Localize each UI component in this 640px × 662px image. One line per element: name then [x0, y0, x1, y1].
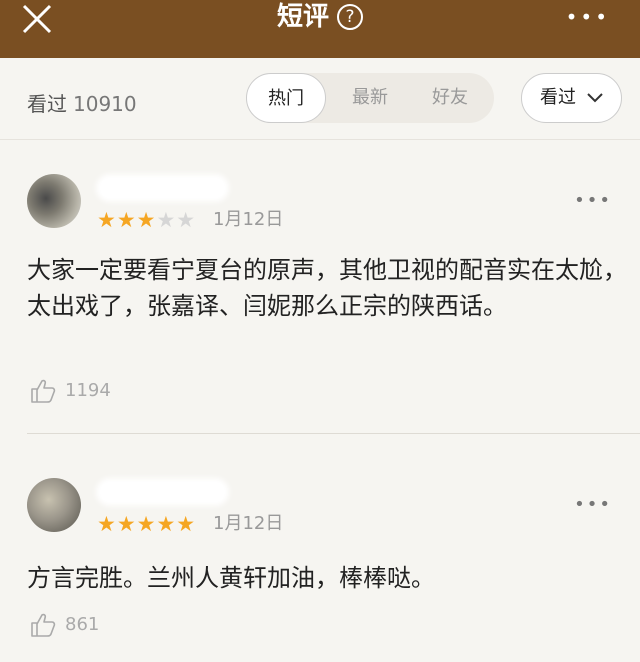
comment-text: 方言完胜。兰州人黄轩加油，棒棒哒。 — [27, 564, 435, 592]
avatar[interactable] — [27, 174, 81, 228]
help-icon[interactable]: ? — [337, 4, 363, 30]
like-count: 861 — [65, 614, 100, 635]
tab-latest[interactable]: 最新 — [330, 73, 410, 123]
stars-empty: ★★ — [156, 208, 197, 232]
thumbs-up-icon — [31, 613, 56, 637]
stars-filled: ★★★ — [97, 208, 157, 232]
like-count: 1194 — [65, 380, 111, 401]
username-redacted[interactable] — [100, 482, 225, 502]
username-redacted[interactable] — [100, 178, 225, 198]
seen-label: 看过 — [27, 92, 67, 116]
sort-tabs: 热门 最新 好友 — [246, 73, 494, 123]
more-options-icon[interactable]: ••• — [566, 7, 610, 27]
comment-text: 大家一定要看宁夏台的原声，其他卫视的配音实在太尬，太出戏了，张嘉译、闫妮那么正宗… — [27, 256, 627, 320]
star-rating: ★★★★★ — [97, 209, 196, 231]
top-bar: 短评? ••• — [0, 0, 640, 58]
watch-status-dropdown[interactable]: 看过 — [521, 73, 622, 123]
tab-friends[interactable]: 好友 — [410, 73, 490, 123]
comment-date: 1月12日 — [213, 513, 284, 534]
seen-count: 10910 — [73, 92, 137, 116]
chevron-down-icon — [587, 93, 603, 103]
comment-date: 1月12日 — [213, 209, 284, 230]
comment-item: ★★★★★ 1月12日 ••• 大家一定要看宁夏台的原声，其他卫视的配音实在太尬… — [0, 140, 640, 433]
watch-status-label: 看过 — [540, 87, 576, 108]
comment-more-icon[interactable]: ••• — [574, 192, 612, 210]
stars-filled: ★★★★★ — [97, 512, 197, 536]
title-area: 短评? — [0, 0, 640, 34]
comment-more-icon[interactable]: ••• — [574, 496, 612, 514]
comment-item: ★★★★★ 1月12日 ••• 方言完胜。兰州人黄轩加油，棒棒哒。 861 — [0, 434, 640, 662]
tab-hot[interactable]: 热门 — [246, 73, 326, 123]
seen-count-label: 看过 10910 — [27, 88, 137, 117]
star-rating: ★★★★★ — [97, 513, 196, 535]
page-title: 短评 — [276, 2, 329, 32]
avatar[interactable] — [27, 478, 81, 532]
thumbs-up-icon — [31, 379, 56, 403]
filter-bar: 看过 10910 热门 最新 好友 看过 — [0, 58, 640, 140]
